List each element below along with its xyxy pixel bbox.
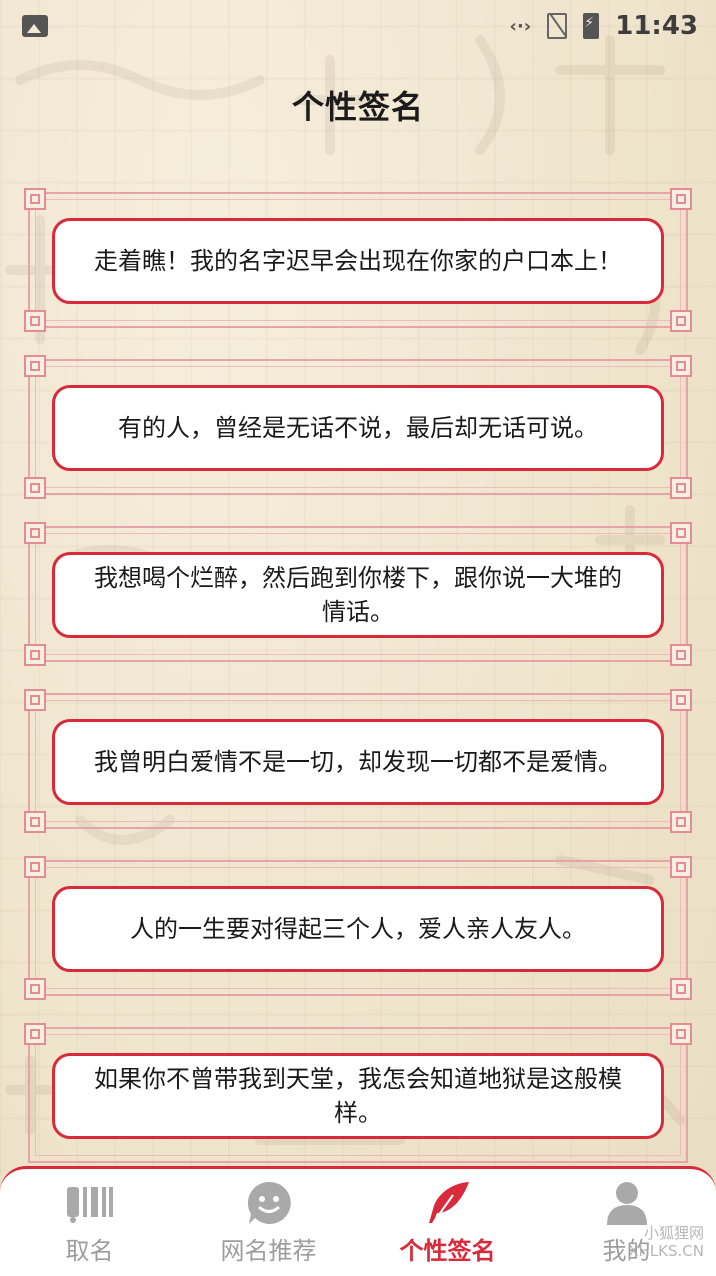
- signature-box[interactable]: 人的一生要对得起三个人，爱人亲人友人。: [52, 886, 664, 972]
- nav-item-naming[interactable]: 取名: [0, 1169, 179, 1276]
- corner-ornament: [24, 188, 46, 210]
- corner-ornament: [24, 310, 46, 332]
- corner-ornament: [670, 522, 692, 544]
- watermark-line2: XHLKS.CN: [628, 1242, 704, 1260]
- nav-item-nickname[interactable]: 网名推荐: [179, 1169, 358, 1276]
- corner-ornament: [24, 477, 46, 499]
- corner-ornament: [24, 689, 46, 711]
- corner-ornament: [24, 522, 46, 544]
- status-time: 11:43: [615, 11, 698, 41]
- corner-ornament: [670, 689, 692, 711]
- corner-ornament: [670, 978, 692, 1000]
- signature-text: 如果你不曾带我到天堂，我怎会知道地狱是这般模样。: [94, 1065, 622, 1127]
- signature-text: 人的一生要对得起三个人，爱人亲人友人。: [130, 915, 586, 943]
- battery-charging-icon: [583, 13, 600, 39]
- corner-ornament: [670, 188, 692, 210]
- image-notification-icon: [22, 15, 48, 37]
- corner-ornament: [24, 978, 46, 1000]
- corner-ornament: [24, 856, 46, 878]
- signature-card[interactable]: 走着瞧！我的名字迟早会出现在你家的户口本上！: [24, 188, 692, 332]
- corner-ornament: [670, 310, 692, 332]
- nav-label: 个性签名: [399, 1237, 496, 1265]
- signature-card[interactable]: 我曾明白爱情不是一切，却发现一切都不是爱情。: [24, 689, 692, 833]
- nav-item-signature[interactable]: 个性签名: [358, 1169, 537, 1276]
- signature-card[interactable]: 有的人，曾经是无话不说，最后却无话可说。: [24, 355, 692, 499]
- quill-feather-icon: [422, 1179, 474, 1227]
- watermark: 小狐狸网 XHLKS.CN: [628, 1224, 704, 1260]
- signature-text: 走着瞧！我的名字迟早会出现在你家的户口本上！: [94, 247, 622, 275]
- smiley-chat-icon: [243, 1179, 295, 1227]
- corner-ornament: [24, 811, 46, 833]
- user-profile-icon: [601, 1179, 653, 1227]
- status-bar: ‹·› 11:43: [0, 0, 716, 52]
- corner-ornament: [670, 477, 692, 499]
- bottom-navigation: 取名 网名推荐 个性签名 我的 小狐狸网 XHLKS.CN: [0, 1166, 716, 1276]
- corner-ornament: [24, 1023, 46, 1045]
- signature-box[interactable]: 有的人，曾经是无话不说，最后却无话可说。: [52, 385, 664, 471]
- signature-box[interactable]: 我曾明白爱情不是一切，却发现一切都不是爱情。: [52, 719, 664, 805]
- signature-text: 有的人，曾经是无话不说，最后却无话可说。: [118, 414, 598, 442]
- corner-ornament: [24, 644, 46, 666]
- signature-text: 我曾明白爱情不是一切，却发现一切都不是爱情。: [94, 748, 622, 776]
- no-sim-icon: [547, 13, 568, 39]
- corner-ornament: [670, 355, 692, 377]
- signature-box[interactable]: 我想喝个烂醉，然后跑到你楼下，跟你说一大堆的情话。: [52, 552, 664, 638]
- corner-ornament: [670, 811, 692, 833]
- corner-ornament: [670, 644, 692, 666]
- corner-ornament: [670, 1023, 692, 1045]
- watermark-line1: 小狐狸网: [643, 1224, 704, 1242]
- barcode-name-icon: [64, 1179, 116, 1227]
- signature-box[interactable]: 如果你不曾带我到天堂，我怎会知道地狱是这般模样。: [52, 1053, 664, 1139]
- signature-card[interactable]: 如果你不曾带我到天堂，我怎会知道地狱是这般模样。: [24, 1023, 692, 1163]
- nav-label: 网名推荐: [220, 1237, 317, 1265]
- signature-card[interactable]: 人的一生要对得起三个人，爱人亲人友人。: [24, 856, 692, 1000]
- nav-label: 取名: [65, 1237, 114, 1265]
- signature-text: 我想喝个烂醉，然后跑到你楼下，跟你说一大堆的情话。: [94, 564, 622, 626]
- signature-card[interactable]: 我想喝个烂醉，然后跑到你楼下，跟你说一大堆的情话。: [24, 522, 692, 666]
- corner-ornament: [24, 355, 46, 377]
- signature-box[interactable]: 走着瞧！我的名字迟早会出现在你家的户口本上！: [52, 218, 664, 304]
- data-sync-icon: ‹·›: [509, 15, 532, 37]
- corner-ornament: [670, 856, 692, 878]
- page-title: 个性签名: [291, 88, 424, 126]
